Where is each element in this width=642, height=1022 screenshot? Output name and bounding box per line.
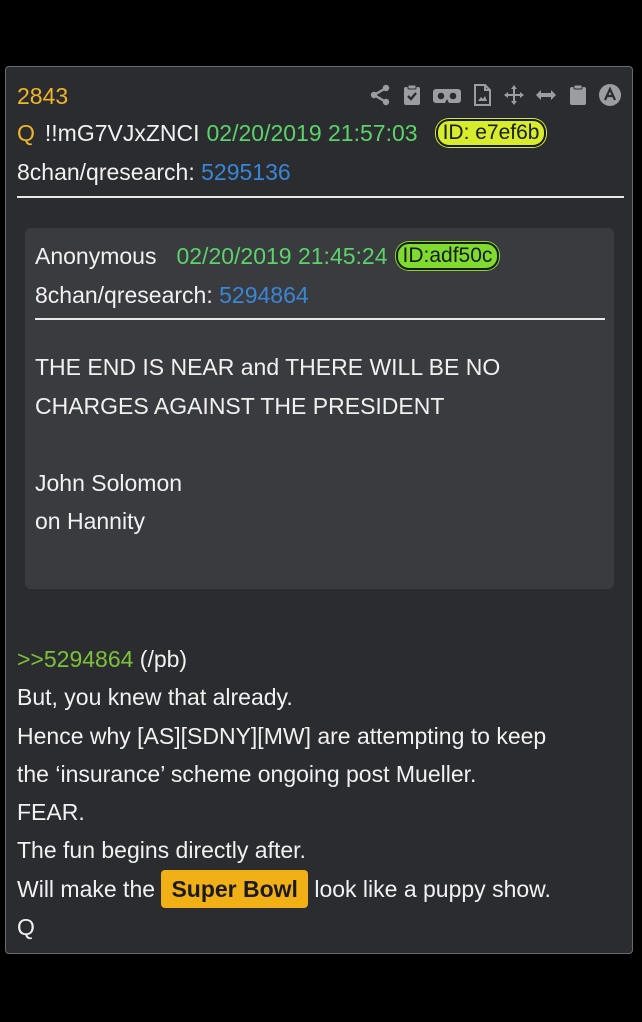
expand-horizontal-icon[interactable] xyxy=(534,83,558,107)
post-card: 2843 Q !!mG7VJxZNCI 02/20/2019 21:57:03 xyxy=(5,66,633,954)
quoted-board-name: 8chan/qresearch: xyxy=(35,282,213,308)
body-line: The fun begins directly after. xyxy=(17,837,306,864)
body-line: Hence why [AS][SDNY][MW] are attempting … xyxy=(17,722,547,749)
board-post-link[interactable]: 5295136 xyxy=(201,159,291,185)
body-text: look like a puppy show. xyxy=(307,875,551,902)
quoted-id-badge[interactable]: ID:adf50c xyxy=(395,242,500,270)
tripcode: !!mG7VJxZNCI xyxy=(44,119,200,146)
body-line: FEAR. xyxy=(17,799,85,826)
post-date: 02/20/2019 21:57:03 xyxy=(206,119,418,146)
document-image-icon[interactable] xyxy=(470,83,494,107)
author-letter: Q xyxy=(17,119,35,146)
share-icon[interactable] xyxy=(368,83,392,107)
board-name: 8chan/qresearch: xyxy=(17,159,195,185)
quoted-body: THE END IS NEAR and THERE WILL BE NO CHA… xyxy=(35,348,595,541)
quoted-board-reference: 8chan/qresearch: 5294864 xyxy=(35,282,309,309)
quoted-date: 02/20/2019 21:45:24 xyxy=(176,242,388,269)
quoted-line: on Hannity xyxy=(35,508,145,534)
reply-suffix: (/pb) xyxy=(133,646,188,672)
vr-headset-icon[interactable] xyxy=(432,83,462,107)
quoted-post-header: Anonymous 02/20/2019 21:45:24 ID:adf50c xyxy=(35,242,500,270)
post-body: >>5294864 (/pb) But, you knew that alrea… xyxy=(17,640,627,946)
header-divider xyxy=(17,196,624,198)
id-badge[interactable]: ID: e7ef6b xyxy=(435,119,547,147)
clipboard-check-icon[interactable] xyxy=(400,83,424,107)
quoted-divider xyxy=(35,318,605,320)
post-number[interactable]: 2843 xyxy=(17,83,68,110)
quoted-line: CHARGES AGAINST THE PRESIDENT xyxy=(35,392,445,419)
move-icon[interactable] xyxy=(502,83,526,107)
quoted-author: Anonymous xyxy=(35,242,157,269)
body-line: the ‘insurance’ scheme ongoing post Muel… xyxy=(17,760,477,787)
post-header: Q !!mG7VJxZNCI 02/20/2019 21:57:03 ID: e… xyxy=(17,119,547,147)
quoted-line: THE END IS NEAR and THERE WILL BE NO xyxy=(35,354,501,380)
body-line-highlight: Will make the Super Bowl look like a pup… xyxy=(17,869,627,908)
quoted-board-post-link[interactable]: 5294864 xyxy=(219,282,309,308)
quoted-line: John Solomon xyxy=(35,469,183,496)
reply-reference-line: >>5294864 (/pb) xyxy=(17,640,627,678)
highlighted-text: Super Bowl xyxy=(161,869,308,908)
board-reference: 8chan/qresearch: 5295136 xyxy=(17,159,291,186)
reply-link[interactable]: >>5294864 xyxy=(17,646,133,672)
body-text: Will make the xyxy=(17,875,162,902)
post-toolbar xyxy=(368,80,622,110)
clipboard-icon[interactable] xyxy=(566,83,590,107)
signature: Q xyxy=(17,914,35,941)
quoted-blank-line xyxy=(35,425,595,464)
scroll-top-icon[interactable] xyxy=(598,83,622,107)
body-line: But, you knew that already. xyxy=(17,684,293,711)
quoted-post: Anonymous 02/20/2019 21:45:24 ID:adf50c … xyxy=(25,228,614,589)
